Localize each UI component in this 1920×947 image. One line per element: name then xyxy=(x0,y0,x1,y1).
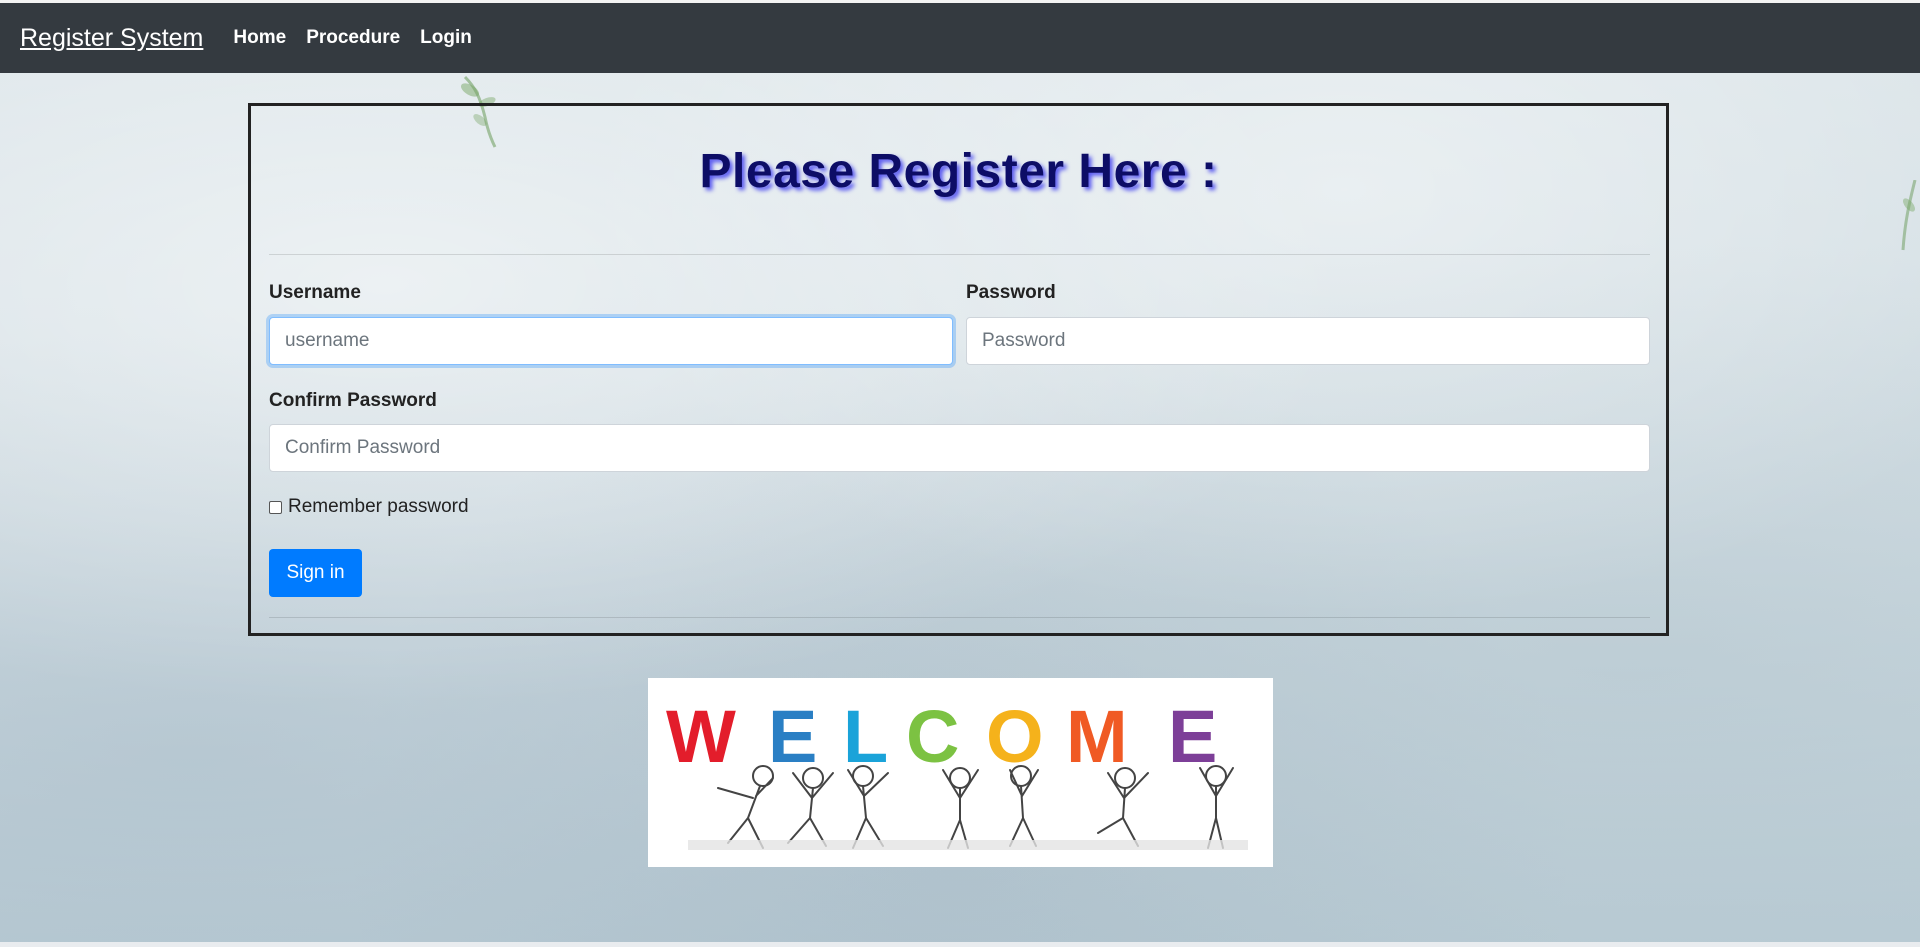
remember-label: Remember password xyxy=(288,496,469,517)
leaf-decoration-right xyxy=(1901,180,1917,251)
nav-link-home[interactable]: Home xyxy=(233,27,286,49)
welcome-letter-e1: E xyxy=(768,695,817,778)
remember-checkbox[interactable] xyxy=(269,500,282,514)
username-input[interactable] xyxy=(269,317,953,365)
bottom-scrollbar-area xyxy=(0,942,1920,947)
remember-row: Remember password xyxy=(269,496,469,518)
welcome-illustration: W E L C O M E xyxy=(648,678,1273,867)
ground-shadow xyxy=(688,840,1248,850)
welcome-image: W E L C O M E xyxy=(648,678,1273,867)
form-title: Please Register Here : xyxy=(699,145,1218,198)
nav-link-login[interactable]: Login xyxy=(420,27,472,49)
welcome-letter-e2: E xyxy=(1168,695,1217,778)
welcome-letter-w: W xyxy=(666,695,736,778)
divider-top xyxy=(269,254,1650,255)
divider-bottom xyxy=(269,617,1650,618)
confirm-password-input[interactable] xyxy=(269,424,1650,472)
welcome-letter-c: C xyxy=(906,695,959,778)
welcome-letter-m: M xyxy=(1066,695,1128,778)
nav-link-procedure[interactable]: Procedure xyxy=(306,27,400,49)
password-input[interactable] xyxy=(966,317,1650,365)
username-label: Username xyxy=(269,282,361,303)
sign-in-button[interactable]: Sign in xyxy=(269,549,362,597)
confirm-password-label: Confirm Password xyxy=(269,390,437,411)
welcome-letter-o: O xyxy=(986,695,1044,778)
register-form: Please Register Here : Username Password… xyxy=(248,103,1669,636)
brand-link[interactable]: Register System xyxy=(20,24,203,53)
password-label: Password xyxy=(966,282,1056,303)
navbar: Register System Home Procedure Login xyxy=(0,3,1920,73)
